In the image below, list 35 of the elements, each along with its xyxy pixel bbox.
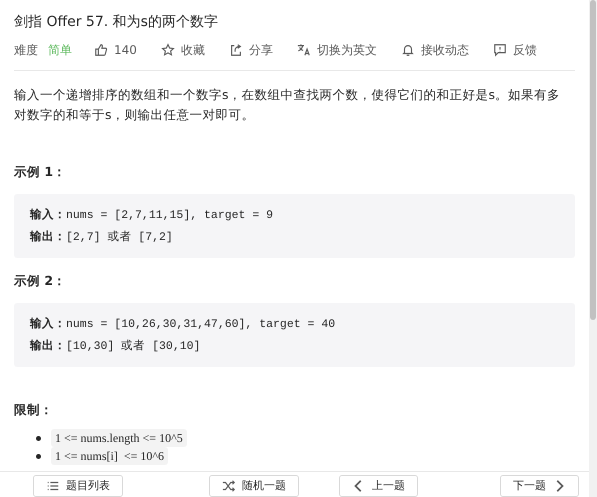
bell-icon: [400, 43, 415, 57]
like-icon: [94, 43, 108, 57]
difficulty-tag: 简单: [48, 41, 72, 59]
problem-list-button[interactable]: 题目列表: [33, 475, 123, 497]
star-icon: [160, 43, 175, 57]
description: 输入一个递增排序的数组和一个数字s，在数组中查找两个数，使得它们的和正好是s。如果有多对数字的和等于s，则输出任意一对即可。: [14, 86, 562, 124]
bullet-icon: [36, 436, 41, 441]
constraint-code: 1 <= nums.length <= 10^5: [51, 429, 187, 448]
previous-button[interactable]: 上一题: [339, 475, 418, 497]
feedback-button[interactable]: 反馈: [492, 41, 537, 59]
example-line: 输出：[10,30] 或者 [30,10]: [30, 336, 202, 354]
constraint-code: 1 <= nums[i] <= 10^6: [51, 447, 168, 466]
translate-icon: [296, 43, 311, 57]
bell-button[interactable]: 接收动态: [400, 41, 469, 59]
like-button[interactable]: 140: [94, 41, 137, 59]
random-button[interactable]: 随机一题: [209, 475, 299, 497]
feedback-icon: [492, 43, 507, 57]
star-button[interactable]: 收藏: [160, 41, 205, 59]
shuffle-icon: [222, 479, 236, 493]
problem-title: 剑指 Offer 57. 和为s的两个数字: [14, 13, 219, 32]
share-button[interactable]: 分享: [228, 41, 273, 59]
example-heading: 示例 2：: [14, 272, 68, 290]
example-line: 输入：nums = [2,7,11,15], target = 9: [30, 206, 274, 224]
bullet-icon: [36, 454, 41, 459]
difficulty-label: 难度: [14, 42, 38, 59]
scrollbar-thumb[interactable]: [590, 0, 596, 320]
translate-button[interactable]: 切换为英文: [296, 41, 377, 59]
example-heading: 示例 1：: [14, 163, 68, 181]
constraints-heading: 限制：: [14, 400, 54, 418]
next-button[interactable]: 下一题: [500, 475, 579, 497]
example-line: 输出：[2,7] 或者 [7,2]: [30, 228, 174, 246]
share-icon: [228, 43, 243, 57]
scrollbar[interactable]: [589, 0, 597, 497]
list-icon: [46, 479, 60, 493]
example-line: 输入：nums = [10,26,30,31,47,60], target = 40: [30, 314, 336, 332]
